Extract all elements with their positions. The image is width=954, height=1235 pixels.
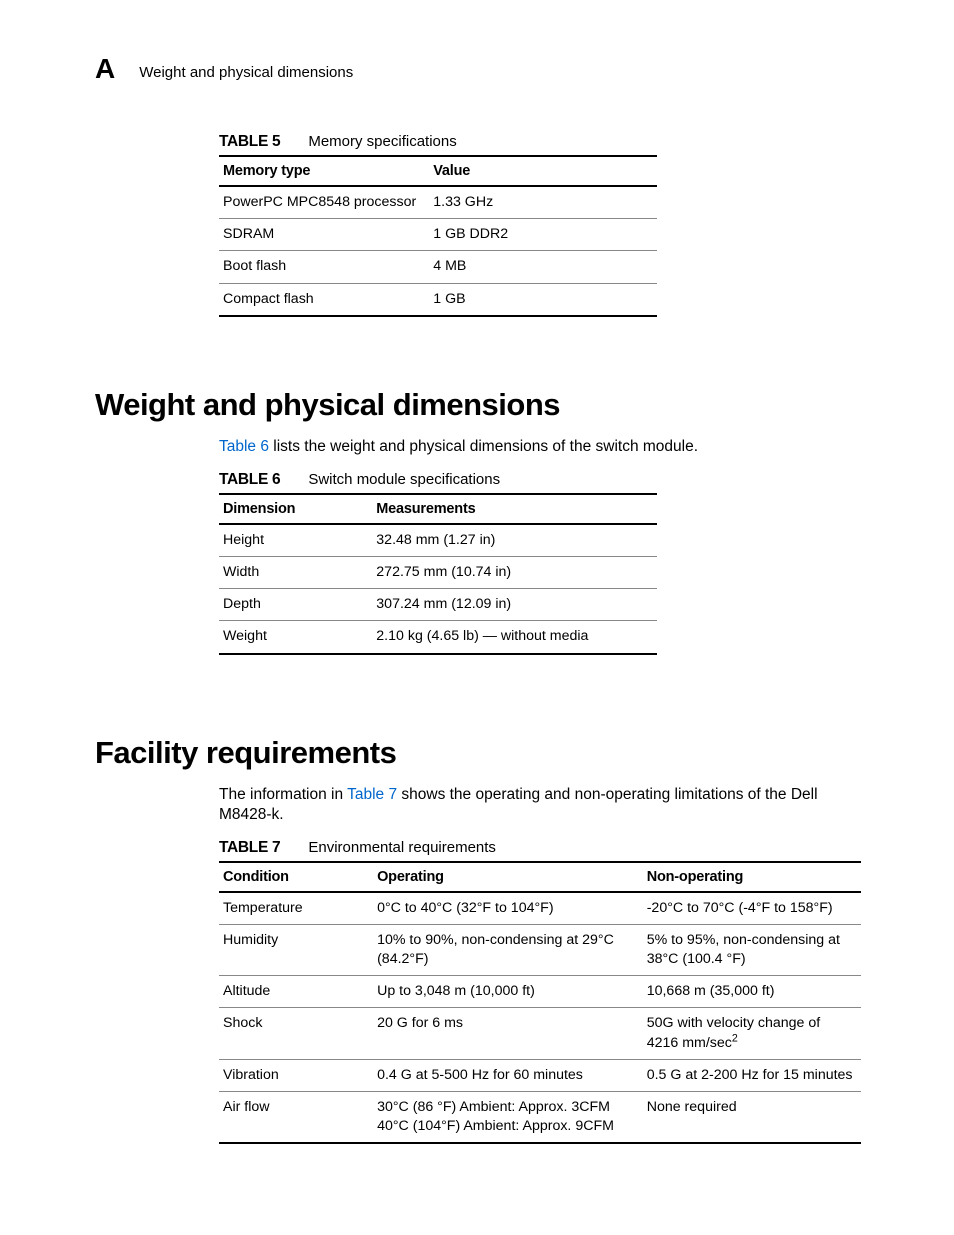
cell: 10,668 m (35,000 ft) xyxy=(643,976,861,1008)
cell: 272.75 mm (10.74 in) xyxy=(372,557,657,589)
cell: None required xyxy=(643,1092,861,1144)
section-heading-facility: Facility requirements xyxy=(95,735,874,771)
cell: Vibration xyxy=(219,1059,373,1091)
cell: 0°C to 40°C (32°F to 104°F) xyxy=(373,892,643,925)
table6: Dimension Measurements Height32.48 mm (1… xyxy=(219,493,657,655)
table-row: Temperature0°C to 40°C (32°F to 104°F)-2… xyxy=(219,892,861,925)
cell: Weight xyxy=(219,621,372,654)
cell: 30°C (86 °F) Ambient: Approx. 3CFM40°C (… xyxy=(373,1092,643,1144)
cell: 32.48 mm (1.27 in) xyxy=(372,524,657,557)
table-row: Air flow30°C (86 °F) Ambient: Approx. 3C… xyxy=(219,1092,861,1144)
table6-header-0: Dimension xyxy=(219,494,372,524)
link-table7[interactable]: Table 7 xyxy=(347,786,397,803)
cell: Height xyxy=(219,524,372,557)
page-header-text: Weight and physical dimensions xyxy=(139,64,353,83)
cell: Humidity xyxy=(219,924,373,975)
cell: Air flow xyxy=(219,1092,373,1144)
table5-caption: TABLE 5 Memory specifications xyxy=(219,133,657,151)
table-row: PowerPC MPC8548 processor1.33 GHz xyxy=(219,186,657,219)
cell: Depth xyxy=(219,589,372,621)
table6-caption: TABLE 6 Switch module specifications xyxy=(219,471,657,489)
cell: 4 MB xyxy=(429,251,657,283)
cell: SDRAM xyxy=(219,219,429,251)
table-row: Humidity10% to 90%, non-condensing at 29… xyxy=(219,924,861,975)
page-header: A Weight and physical dimensions xyxy=(95,55,874,83)
table-row: Weight2.10 kg (4.65 lb) — without media xyxy=(219,621,657,654)
table5-label: TABLE 5 xyxy=(219,133,280,151)
cell: -20°C to 70°C (-4°F to 158°F) xyxy=(643,892,861,925)
table-row: AltitudeUp to 3,048 m (10,000 ft)10,668 … xyxy=(219,976,861,1008)
table-row: Shock20 G for 6 ms50G with velocity chan… xyxy=(219,1008,861,1059)
cell: Shock xyxy=(219,1008,373,1059)
cell: 20 G for 6 ms xyxy=(373,1008,643,1059)
table-row: Height32.48 mm (1.27 in) xyxy=(219,524,657,557)
table6-label: TABLE 6 xyxy=(219,471,280,489)
section-weight-intro: Table 6 lists the weight and physical di… xyxy=(219,437,874,457)
cell: 1 GB DDR2 xyxy=(429,219,657,251)
cell: PowerPC MPC8548 processor xyxy=(219,186,429,219)
intro-text: lists the weight and physical dimensions… xyxy=(269,438,698,455)
table7-caption-text: Environmental requirements xyxy=(308,839,496,856)
cell: 1 GB xyxy=(429,283,657,316)
table5-caption-text: Memory specifications xyxy=(308,133,456,150)
cell: 307.24 mm (12.09 in) xyxy=(372,589,657,621)
cell: 10% to 90%, non-condensing at 29°C (84.2… xyxy=(373,924,643,975)
cell: 5% to 95%, non-condensing at 38°C (100.4… xyxy=(643,924,861,975)
table7-label: TABLE 7 xyxy=(219,839,280,857)
table-row: Boot flash4 MB xyxy=(219,251,657,283)
table7-header-2: Non-operating xyxy=(643,862,861,892)
table-row: SDRAM1 GB DDR2 xyxy=(219,219,657,251)
table5-header-1: Value xyxy=(429,156,657,186)
table-row: Compact flash1 GB xyxy=(219,283,657,316)
cell: Altitude xyxy=(219,976,373,1008)
cell: Width xyxy=(219,557,372,589)
table-row: Depth307.24 mm (12.09 in) xyxy=(219,589,657,621)
section-heading-weight: Weight and physical dimensions xyxy=(95,387,874,423)
cell: 1.33 GHz xyxy=(429,186,657,219)
cell: Temperature xyxy=(219,892,373,925)
cell: 0.4 G at 5-500 Hz for 60 minutes xyxy=(373,1059,643,1091)
table7: Condition Operating Non-operating Temper… xyxy=(219,861,861,1145)
table6-header-1: Measurements xyxy=(372,494,657,524)
cell: Up to 3,048 m (10,000 ft) xyxy=(373,976,643,1008)
table7-caption: TABLE 7 Environmental requirements xyxy=(219,839,861,857)
intro-pre: The information in xyxy=(219,786,347,803)
cell: Boot flash xyxy=(219,251,429,283)
link-table6[interactable]: Table 6 xyxy=(219,438,269,455)
table-row: Width272.75 mm (10.74 in) xyxy=(219,557,657,589)
table6-caption-text: Switch module specifications xyxy=(308,471,500,488)
table7-header-0: Condition xyxy=(219,862,373,892)
table-row: Vibration0.4 G at 5-500 Hz for 60 minute… xyxy=(219,1059,861,1091)
table5: Memory type Value PowerPC MPC8548 proces… xyxy=(219,155,657,317)
cell: 50G with velocity change of 4216 mm/sec2 xyxy=(643,1008,861,1059)
section-facility-intro: The information in Table 7 shows the ope… xyxy=(219,785,874,825)
cell: 2.10 kg (4.65 lb) — without media xyxy=(372,621,657,654)
cell: Compact flash xyxy=(219,283,429,316)
cell: 0.5 G at 2-200 Hz for 15 minutes xyxy=(643,1059,861,1091)
table7-header-1: Operating xyxy=(373,862,643,892)
appendix-letter: A xyxy=(95,55,115,83)
table5-header-0: Memory type xyxy=(219,156,429,186)
